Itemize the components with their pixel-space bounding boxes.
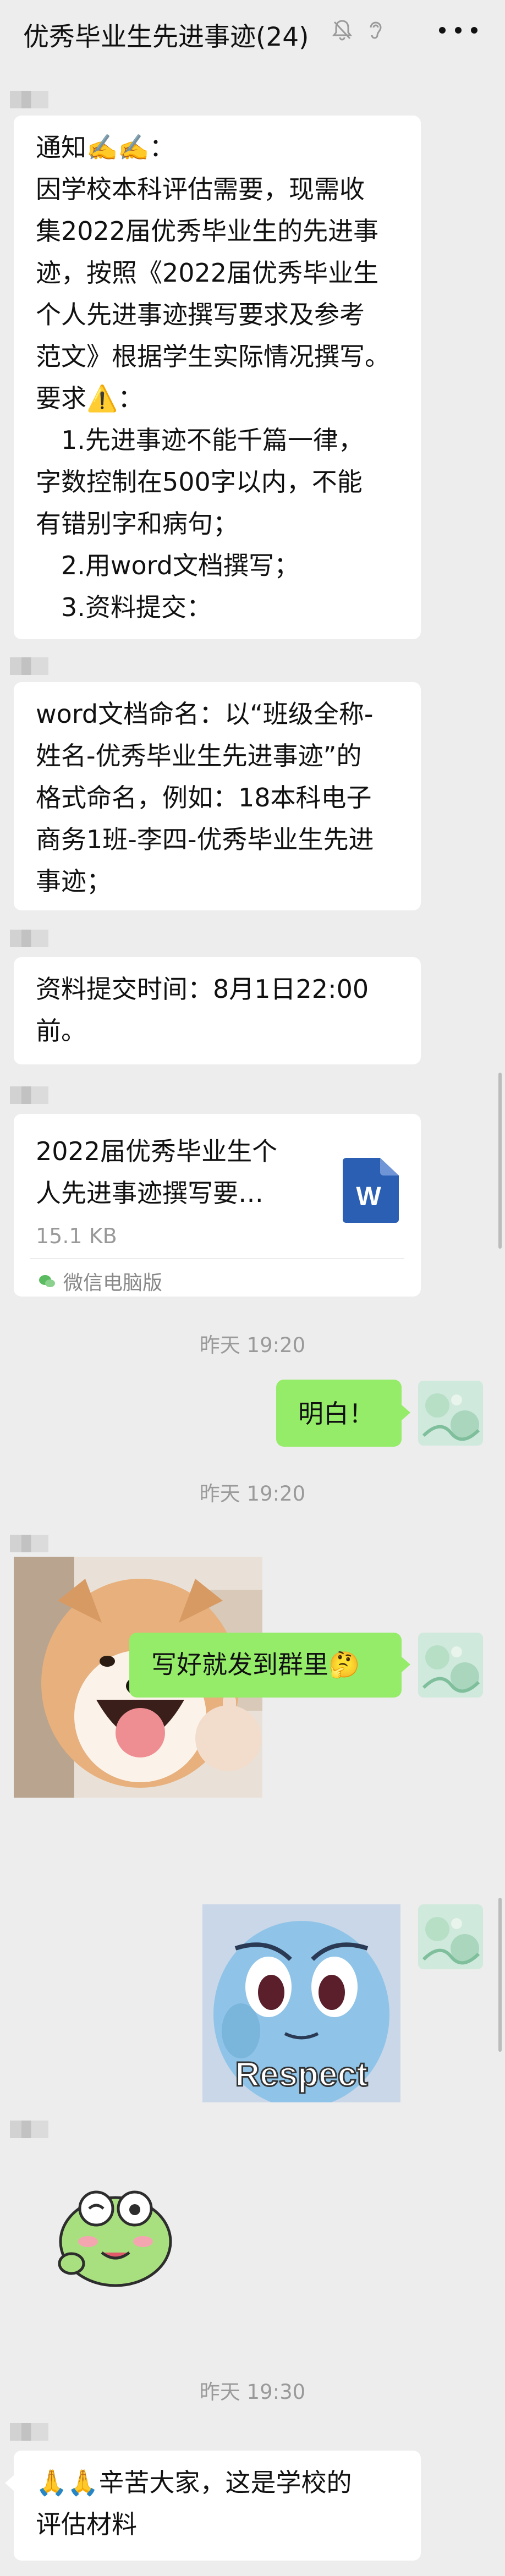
file-size: 15.1 KB [36, 1224, 117, 1248]
message-naming[interactable]: word文档命名：以“班级全称- 姓名-优秀毕业生先进事迹”的 格式命名，例如：… [14, 682, 421, 910]
message-reply-post-to-group[interactable]: 写好就发到群里🤔 [129, 1633, 402, 1698]
chat-header: 优秀毕业生先进事迹(24) [0, 0, 505, 69]
my-avatar[interactable] [418, 1633, 483, 1698]
more-options-button[interactable] [439, 22, 477, 39]
sender-avatar[interactable] [10, 1086, 48, 1104]
message-deadline[interactable]: 资料提交时间：8月1日22:00 前。 [14, 957, 421, 1064]
message-notice[interactable]: 通知✍️✍️： 因学校本科评估需要，现需收 集2022届优秀毕业生的先进事 迹，… [14, 116, 421, 639]
wechat-pc-icon [39, 1275, 55, 1287]
my-avatar[interactable] [418, 1381, 483, 1446]
file-name: 2022届优秀毕业生个 人先进事迹撰写要… [36, 1136, 278, 1208]
file-source-label: 微信电脑版 [63, 1272, 163, 1294]
sender-avatar[interactable] [10, 2121, 48, 2138]
sender-avatar[interactable] [10, 91, 48, 108]
sender-avatar[interactable] [10, 2423, 48, 2441]
message-thanks[interactable]: 🙏🙏辛苦大家，这是学校的 评估材料 [14, 2451, 421, 2561]
scrollbar[interactable] [498, 1898, 502, 2052]
sender-avatar[interactable] [10, 657, 48, 675]
chat-title[interactable]: 优秀毕业生先进事迹(24) [23, 15, 309, 53]
timestamp: 昨天 19:30 [199, 2380, 306, 2404]
my-avatar[interactable] [418, 1904, 483, 1969]
svg-text:W: W [356, 1182, 381, 1211]
sticker-caption: Respect [235, 2056, 367, 2094]
sender-avatar[interactable] [10, 1535, 48, 1552]
message-reply-understood[interactable]: 明白！ [276, 1380, 402, 1447]
respect-sticker-image[interactable]: Respect [202, 1904, 400, 2108]
scrollbar[interactable] [498, 1073, 502, 1249]
bell-muted-icon [332, 20, 353, 41]
word-document-icon: W [343, 1158, 399, 1223]
timestamp: 昨天 19:20 [199, 1482, 306, 1506]
timestamp: 昨天 19:20 [199, 1333, 306, 1357]
more-dots-icon [439, 27, 446, 34]
earpiece-icon [370, 21, 382, 39]
frog-sticker-image[interactable] [50, 2181, 182, 2291]
file-attachment[interactable]: 2022届优秀毕业生个 人先进事迹撰写要… 15.1 KB W 微信电脑版 [14, 1114, 421, 1297]
sender-avatar[interactable] [10, 930, 48, 947]
